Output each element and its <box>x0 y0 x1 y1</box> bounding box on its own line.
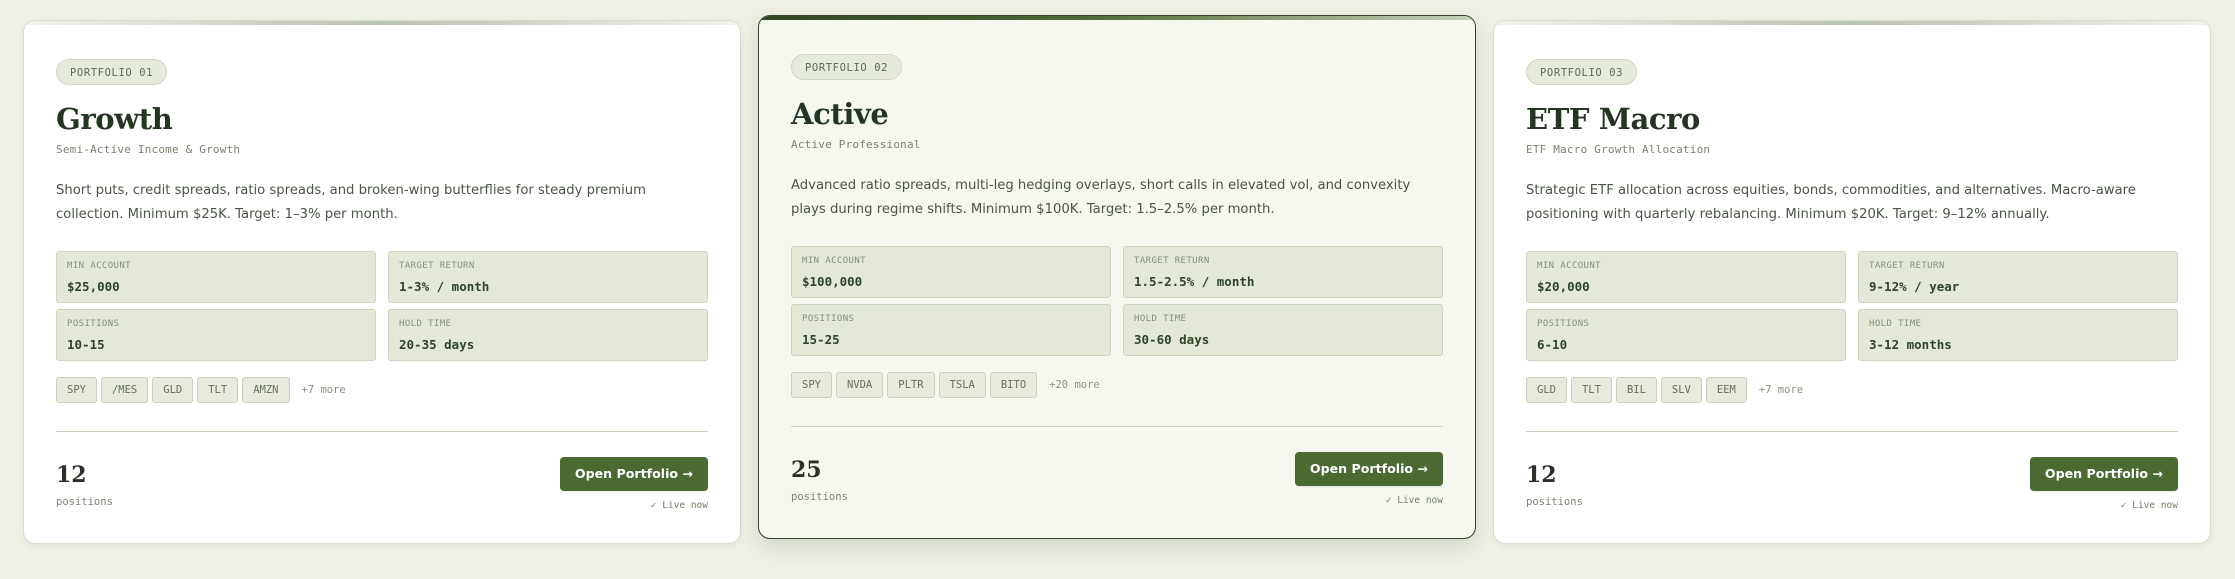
portfolio-subtitle: Active Professional <box>791 138 921 151</box>
ticker-chip: TLT <box>1570 377 1612 403</box>
portfolio-title: ETF Macro <box>1526 102 1700 136</box>
ticker-chip: TSLA <box>938 372 986 398</box>
positions-count-label: positions <box>791 491 848 503</box>
positions-count: 12 <box>1526 462 1557 488</box>
stat-value: 15-25 <box>802 332 840 347</box>
portfolio-description: Strategic ETF allocation across equities… <box>1526 183 2136 222</box>
target-return-stat: TARGET RETURN 9-12% / year <box>1858 251 2178 303</box>
portfolio-card-etf-macro: PORTFOLIO 03 ETF Macro ETF Macro Growth … <box>1493 20 2211 544</box>
stat-label: POSITIONS <box>1537 319 1590 329</box>
stat-value: 9-12% / year <box>1869 279 1960 294</box>
target-return-stat: TARGET RETURN 1.5-2.5% / month <box>1123 246 1443 298</box>
card-divider <box>56 431 708 432</box>
stat-label: HOLD TIME <box>1134 314 1187 324</box>
portfolio-number-badge: PORTFOLIO 03 <box>1526 59 1638 85</box>
portfolio-number-badge: PORTFOLIO 02 <box>791 54 903 80</box>
target-return-stat: TARGET RETURN 1-3% / month <box>388 251 708 303</box>
ticker-chip: SPY <box>56 377 97 403</box>
stat-value: 3-12 months <box>1869 337 1952 352</box>
ticker-list: GLD TLT BIL SLV EEM +7 more <box>1526 377 2186 405</box>
ticker-chip: GLD <box>1526 377 1567 403</box>
positions-count: 25 <box>791 457 822 483</box>
ticker-chip: GLD <box>152 377 194 403</box>
portfolio-card-active: PORTFOLIO 02 Active Active Professional … <box>758 15 1476 539</box>
portfolio-number-badge: PORTFOLIO 01 <box>56 59 168 85</box>
stat-value: $25,000 <box>67 279 120 294</box>
hold-time-stat: HOLD TIME 3-12 months <box>1858 309 2178 361</box>
portfolio-stats-grid: MIN ACCOUNT $20,000 TARGET RETURN 9-12% … <box>1526 251 2178 362</box>
stat-value: 1.5-2.5% / month <box>1134 274 1255 289</box>
ticker-chip: PLTR <box>887 372 935 398</box>
stat-label: MIN ACCOUNT <box>67 261 132 271</box>
live-status: ✓ Live now <box>2120 500 2178 511</box>
stat-label: TARGET RETURN <box>399 261 475 271</box>
stat-label: TARGET RETURN <box>1134 256 1210 266</box>
ticker-chip: /MES <box>100 377 149 403</box>
ticker-chip: SLV <box>1660 377 1702 403</box>
ticker-list: SPY NVDA PLTR TSLA BITO +20 more <box>791 372 1451 400</box>
card-divider <box>1526 431 2178 432</box>
portfolio-description: Short puts, credit spreads, ratio spread… <box>56 183 646 222</box>
ticker-list: SPY/MES GLD TLT AMZN +7 more <box>56 377 716 405</box>
stat-value: 20-35 days <box>399 337 475 352</box>
live-status: ✓ Live now <box>1385 495 1443 506</box>
open-portfolio-button[interactable]: Open Portfolio → <box>1294 452 1443 486</box>
positions-stat: POSITIONS 15-25 <box>791 304 1111 356</box>
more-tickers-count: +7 more <box>301 384 346 396</box>
stat-label: POSITIONS <box>67 319 120 329</box>
ticker-chip: EEM <box>1705 377 1747 403</box>
stat-value: 1-3% / month <box>399 279 490 294</box>
open-portfolio-button[interactable]: Open Portfolio → <box>559 457 708 491</box>
more-tickers-count: +7 more <box>1758 384 1804 396</box>
stat-label: MIN ACCOUNT <box>802 256 867 266</box>
positions-count: 12 <box>56 462 87 488</box>
open-portfolio-button[interactable]: Open Portfolio → <box>2029 457 2178 491</box>
stat-label: POSITIONS <box>802 314 855 324</box>
more-tickers-count: +20 more <box>1049 379 1100 391</box>
portfolio-description: Advanced ratio spreads, multi-leg hedgin… <box>791 178 1411 217</box>
stat-label: MIN ACCOUNT <box>1537 261 1602 271</box>
min-account-stat: MIN ACCOUNT $100,000 <box>791 246 1111 298</box>
ticker-chip: NVDA <box>835 372 884 398</box>
portfolio-title: Active <box>791 97 889 131</box>
portfolio-card-growth: PORTFOLIO 01 Growth Semi-Active Income &… <box>23 20 741 544</box>
stat-label: HOLD TIME <box>1869 319 1922 329</box>
positions-stat: POSITIONS 6-10 <box>1526 309 1846 361</box>
min-account-stat: MIN ACCOUNT $20,000 <box>1526 251 1846 303</box>
ticker-chip: BIL <box>1615 377 1657 403</box>
stat-value: $20,000 <box>1537 279 1590 294</box>
hold-time-stat: HOLD TIME 20-35 days <box>388 309 708 361</box>
ticker-chip: TLT <box>197 377 239 403</box>
portfolio-card-grid: PORTFOLIO 01 Growth Semi-Active Income &… <box>0 0 2235 579</box>
stat-value: 30-60 days <box>1134 332 1210 347</box>
stat-label: TARGET RETURN <box>1869 261 1945 271</box>
stat-value: 6-10 <box>1537 337 1568 352</box>
min-account-stat: MIN ACCOUNT $25,000 <box>56 251 376 303</box>
portfolio-subtitle: ETF Macro Growth Allocation <box>1526 143 1711 156</box>
portfolio-title: Growth <box>56 102 173 136</box>
ticker-chip: BITO <box>989 372 1038 398</box>
portfolio-stats-grid: MIN ACCOUNT $25,000 TARGET RETURN 1-3% /… <box>56 251 708 362</box>
ticker-chip: SPY <box>791 372 832 398</box>
ticker-chip: AMZN <box>242 377 290 403</box>
hold-time-stat: HOLD TIME 30-60 days <box>1123 304 1443 356</box>
card-divider <box>791 426 1443 427</box>
stat-value: 10-15 <box>67 337 105 352</box>
positions-count-label: positions <box>1526 496 1583 508</box>
portfolio-stats-grid: MIN ACCOUNT $100,000 TARGET RETURN 1.5-2… <box>791 246 1443 357</box>
positions-count-label: positions <box>56 496 113 508</box>
live-status: ✓ Live now <box>650 500 708 511</box>
stat-value: $100,000 <box>802 274 863 289</box>
stat-label: HOLD TIME <box>399 319 452 329</box>
positions-stat: POSITIONS 10-15 <box>56 309 376 361</box>
portfolio-subtitle: Semi-Active Income & Growth <box>56 143 241 156</box>
